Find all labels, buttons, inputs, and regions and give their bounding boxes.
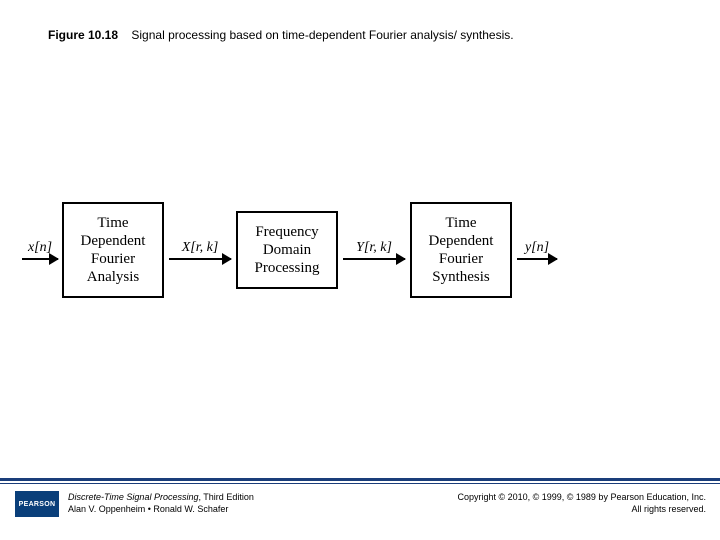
figure-label: Figure 10.18 xyxy=(48,28,118,42)
block-analysis: Time Dependent Fourier Analysis xyxy=(62,202,164,298)
book-title: Discrete-Time Signal Processing xyxy=(68,492,198,502)
page-footer: PEARSON Discrete-Time Signal Processing,… xyxy=(0,490,720,518)
arrow-output: y[n] xyxy=(512,240,562,260)
copyright: Copyright © 2010, © 1999, © 1989 by Pear… xyxy=(457,490,706,515)
figure-caption: Figure 10.18 Signal processing based on … xyxy=(48,28,514,42)
block-diagram: x[n] Time Dependent Fourier Analysis X[r… xyxy=(18,190,702,310)
block-synthesis: Time Dependent Fourier Synthesis xyxy=(410,202,512,298)
signal-label-xrk: X[r, k] xyxy=(182,240,219,256)
block-synthesis-label: Time Dependent Fourier Synthesis xyxy=(429,214,494,286)
book-edition: , Third Edition xyxy=(198,492,253,502)
arrow-input: x[n] xyxy=(18,240,62,260)
pearson-logo-text: PEARSON xyxy=(19,501,56,508)
footer-divider-thin xyxy=(0,483,720,484)
footer-left: PEARSON Discrete-Time Signal Processing,… xyxy=(14,490,254,518)
arrow-yrk: Y[r, k] xyxy=(338,240,410,260)
signal-label-yrk: Y[r, k] xyxy=(356,240,392,256)
copyright-line2: All rights reserved. xyxy=(457,504,706,516)
footer-divider xyxy=(0,478,720,481)
signal-label-yn: y[n] xyxy=(525,240,549,256)
pearson-logo: PEARSON xyxy=(14,490,60,518)
book-info: Discrete-Time Signal Processing, Third E… xyxy=(68,490,254,515)
book-authors: Alan V. Oppenheim • Ronald W. Schafer xyxy=(68,504,254,516)
figure-caption-text: Signal processing based on time-dependen… xyxy=(131,28,513,42)
block-processing-label: Frequency Domain Processing xyxy=(255,223,320,277)
arrow-xrk: X[r, k] xyxy=(164,240,236,260)
copyright-line1: Copyright © 2010, © 1999, © 1989 by Pear… xyxy=(457,492,706,504)
block-analysis-label: Time Dependent Fourier Analysis xyxy=(81,214,146,286)
block-processing: Frequency Domain Processing xyxy=(236,211,338,289)
